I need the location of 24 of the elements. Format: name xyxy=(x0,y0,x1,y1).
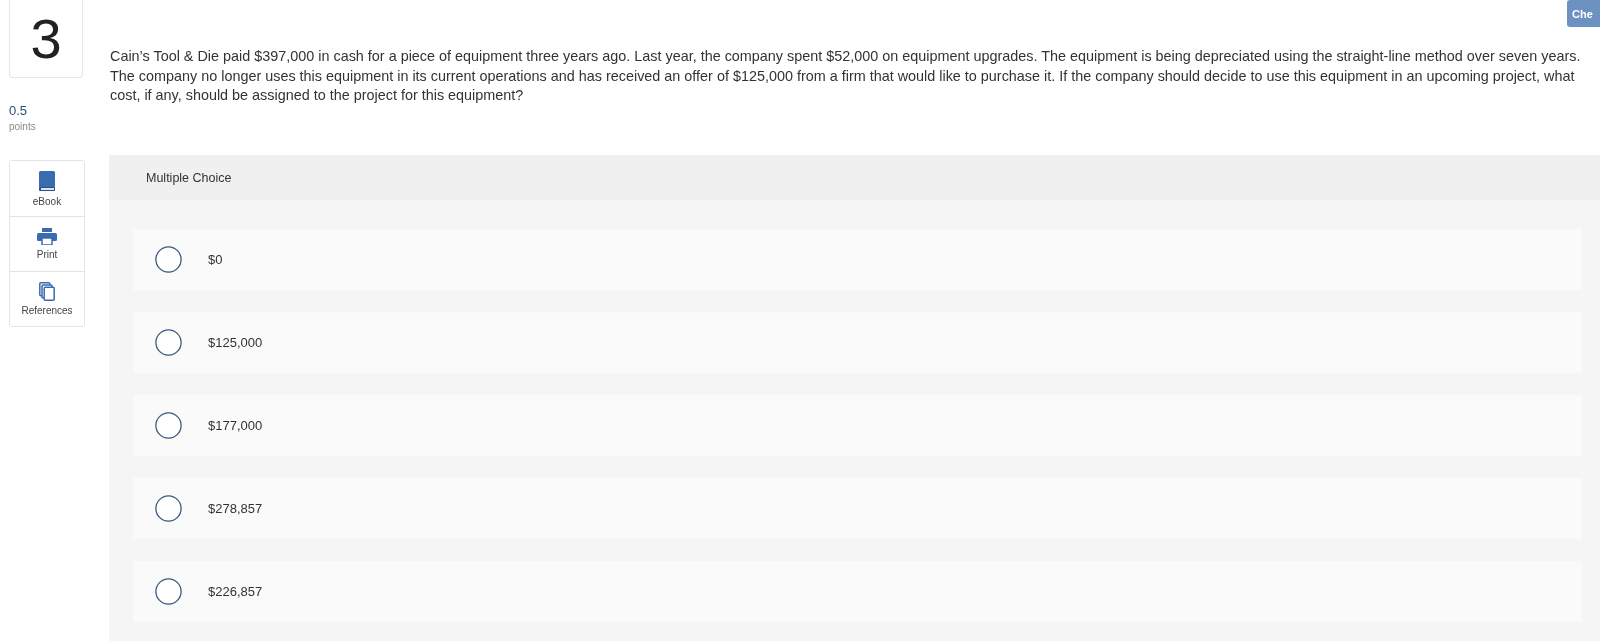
answer-option[interactable]: $278,857 xyxy=(133,478,1582,539)
references-button[interactable]: References xyxy=(10,271,84,326)
points-label: points xyxy=(9,121,36,133)
printer-icon xyxy=(37,228,57,245)
option-label: $226,857 xyxy=(208,584,263,599)
answer-option[interactable]: $177,000 xyxy=(133,395,1582,456)
radio-icon[interactable] xyxy=(155,495,182,522)
answer-option[interactable]: $226,857 xyxy=(133,561,1582,622)
radio-icon[interactable] xyxy=(155,412,182,439)
book-icon xyxy=(38,170,56,192)
option-label: $278,857 xyxy=(208,501,263,516)
answer-option[interactable]: $125,000 xyxy=(133,312,1582,373)
option-label: $125,000 xyxy=(208,335,263,350)
radio-icon[interactable] xyxy=(155,329,182,356)
answer-option[interactable]: $0 xyxy=(133,229,1582,290)
panel-title: Multiple Choice xyxy=(146,170,232,185)
question-text: Cain’s Tool & Die paid $397,000 in cash for a piece of equipment three years ago. Last year, the company spent $52,000 on equipment upgrades. The equipment is being depreciated using the straight-line method over seven years. The company no longer uses this equipment in its current operations and has received an offer of $125,000 from a firm that would like to purchase it. If the company should decide to use this equipment in an upcoming project, what cost, if any, should be assigned to the project for this equipment? xyxy=(110,47,1582,105)
question-number: 3 xyxy=(9,0,83,78)
copies-icon xyxy=(39,282,55,301)
option-label: $0 xyxy=(208,252,223,267)
option-label: $177,000 xyxy=(208,418,263,433)
radio-icon[interactable] xyxy=(155,246,182,273)
radio-icon[interactable] xyxy=(155,578,182,605)
points-value: 0.5 xyxy=(9,103,28,119)
